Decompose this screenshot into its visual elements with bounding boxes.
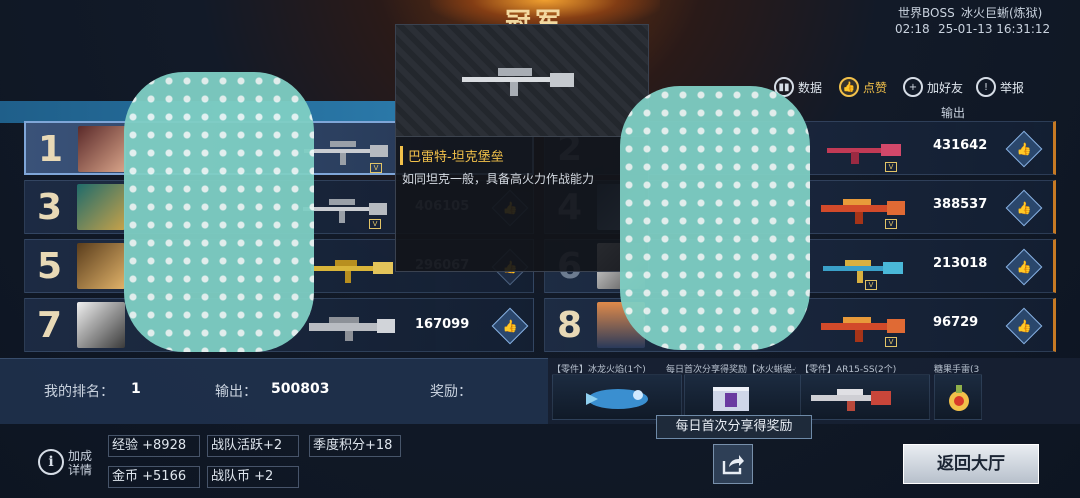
add-friend-label: 加好友: [927, 80, 964, 95]
reward-label: 奖励：: [430, 384, 472, 400]
rank-number: 1: [38, 129, 64, 170]
boss-label: 世界BOSS: [898, 6, 955, 20]
my-rank-label: 我的排名：: [44, 384, 114, 400]
boss-name: 冰火巨蜥(炼狱): [961, 6, 1043, 20]
stat-box: 战队活跃+2: [207, 435, 299, 457]
sniper-rifle-icon: [462, 68, 574, 96]
fire-rifle-icon: [821, 199, 905, 224]
v-badge-icon: V: [369, 219, 381, 229]
time-text: 02:18: [895, 22, 930, 36]
thumbs-up-icon: 👍: [1016, 319, 1032, 333]
player-score: 213018: [933, 256, 988, 271]
like-player-button[interactable]: 👍: [491, 307, 529, 345]
output-label: 输出：: [215, 384, 257, 400]
ar15-part-icon: [811, 389, 891, 411]
blur-mask: [620, 86, 810, 350]
share-reward-tip: 每日首次分享得奖励: [656, 415, 812, 439]
rank-number: 7: [37, 305, 63, 346]
thumbs-up-icon: 👍: [839, 77, 859, 97]
like-button[interactable]: 👍 点赞: [839, 76, 887, 98]
data-label: 数据: [798, 80, 823, 95]
v-badge-icon: V: [865, 280, 877, 290]
rank-number: 5: [37, 246, 63, 287]
my-rank-value: 1: [131, 381, 141, 397]
weapon-tooltip: 巴雷特-坦克堡垒 如同坦克一般，具备高火力作战能力: [395, 24, 649, 272]
player-score: 167099: [415, 317, 470, 332]
output-value: 500803: [271, 381, 330, 397]
blur-mask: [124, 72, 314, 352]
add-friend-button[interactable]: + 加好友: [903, 76, 963, 98]
stat-box: 战队币 +2: [207, 466, 299, 488]
weapon-description: 如同坦克一般，具备高火力作战能力: [402, 172, 595, 186]
fire-rifle-icon: [821, 317, 905, 342]
v-badge-icon: V: [370, 163, 382, 173]
bonus-details-label[interactable]: 加成详情: [68, 449, 96, 477]
rank-number: 8: [557, 305, 583, 346]
info-icon[interactable]: i: [38, 449, 64, 475]
share-button[interactable]: [713, 444, 753, 484]
machine-gun-icon: [309, 317, 395, 341]
candy-grenade-icon: [949, 385, 969, 411]
like-player-button[interactable]: 👍: [1005, 189, 1043, 227]
v-badge-icon: V: [885, 219, 897, 229]
red-rifle-icon: [827, 144, 901, 164]
thumbs-up-icon: 👍: [1016, 260, 1032, 274]
reward-item[interactable]: [934, 374, 982, 420]
player-score: 388537: [933, 197, 988, 212]
ice-dragon-part-icon: [586, 389, 648, 409]
reward-item[interactable]: [684, 374, 814, 420]
golden-rifle-icon: [311, 260, 393, 283]
add-friend-icon: +: [903, 77, 923, 97]
like-player-button[interactable]: 👍: [1005, 307, 1043, 345]
thumbs-up-icon: 👍: [1016, 201, 1032, 215]
like-player-button[interactable]: 👍: [1005, 248, 1043, 286]
rank-number: 3: [37, 187, 63, 228]
thumbs-up-icon: 👍: [502, 319, 518, 333]
weapon-preview: [396, 25, 648, 137]
date-text: 25-01-13 16:31:12: [938, 22, 1051, 36]
v-badge-icon: V: [885, 162, 897, 172]
return-lobby-button[interactable]: 返回大厅: [903, 444, 1039, 484]
avatar: [78, 126, 126, 172]
like-player-button[interactable]: 👍: [1005, 130, 1043, 168]
player-score: 96729: [933, 315, 979, 330]
thumbs-up-icon: 👍: [1016, 142, 1032, 156]
player-score: 431642: [933, 138, 988, 153]
report-button[interactable]: ! 举报: [976, 76, 1024, 98]
output-column-header: 输出: [941, 106, 966, 120]
warning-icon: !: [976, 77, 996, 97]
reward-item[interactable]: [800, 374, 930, 420]
like-label: 点赞: [863, 80, 888, 95]
crate-icon: [713, 387, 749, 411]
report-label: 举报: [1000, 80, 1025, 95]
stat-box: 金币 +5166: [108, 466, 200, 488]
stat-box: 经验 +8928: [108, 435, 200, 457]
weapon-name: 巴雷特-坦克堡垒: [400, 146, 504, 165]
stat-box: 季度积分+18: [309, 435, 401, 457]
reward-item[interactable]: [552, 374, 682, 420]
avatar: [77, 184, 125, 230]
avatar: [77, 243, 125, 289]
share-icon: [722, 455, 744, 475]
avatar: [77, 302, 125, 348]
v-badge-icon: V: [885, 337, 897, 347]
